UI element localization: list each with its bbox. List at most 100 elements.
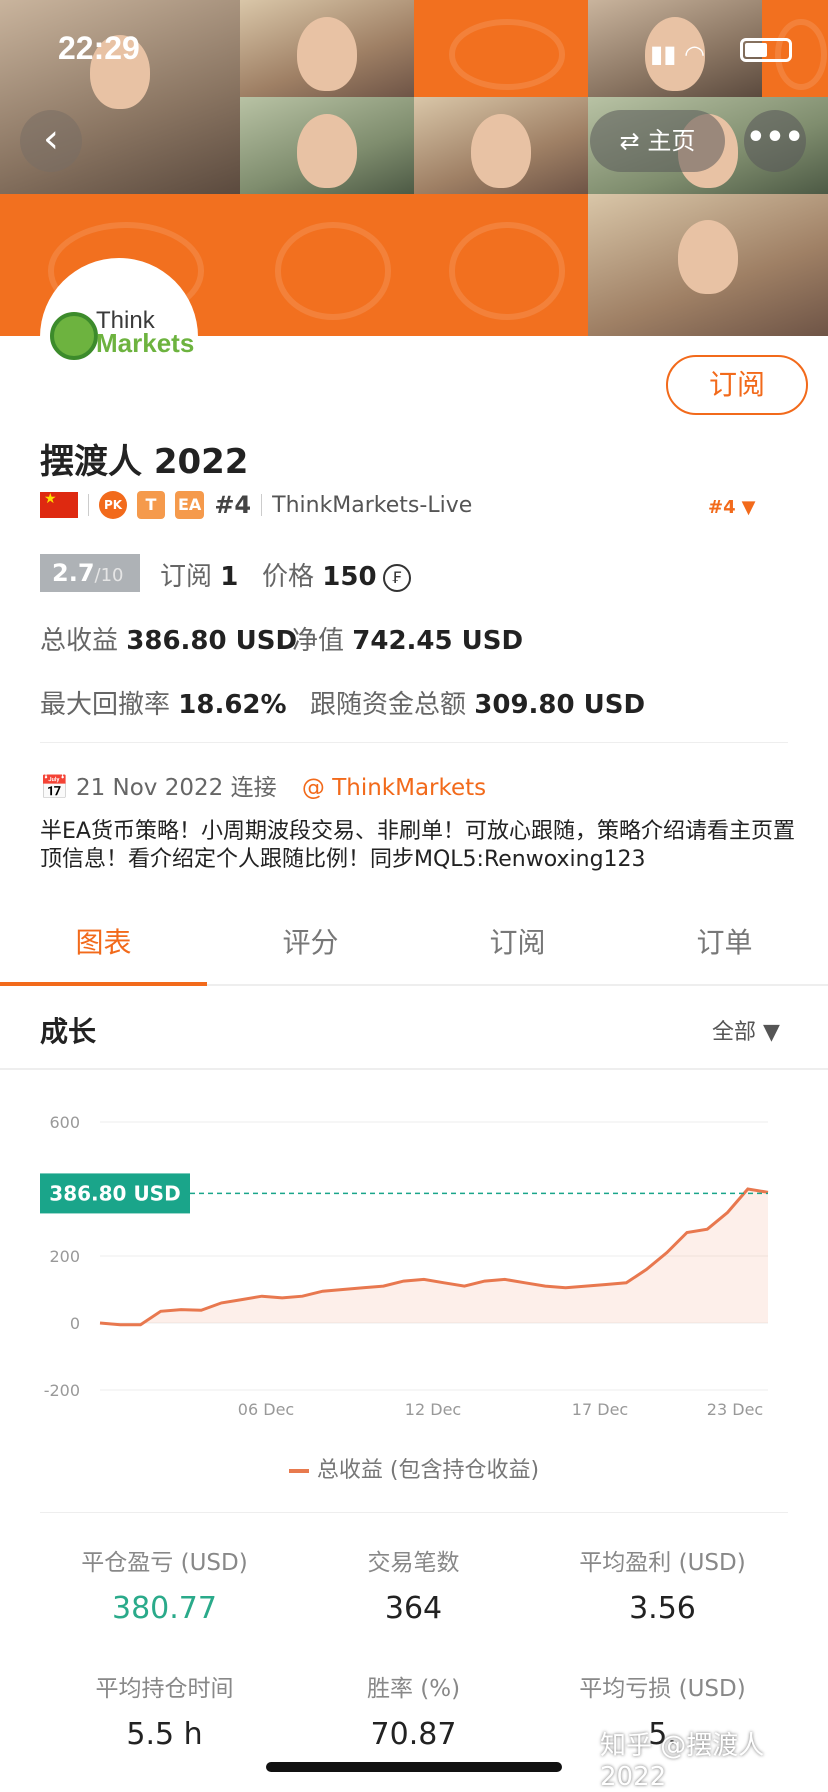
banner-pattern	[414, 194, 588, 336]
stat-winrate: 胜率 (%) 70.87	[289, 1669, 538, 1752]
watermark: 知乎 @摆渡人2022	[600, 1731, 765, 1792]
tab-orders[interactable]: 订单	[621, 900, 828, 986]
connection-info: 📅 21 Nov 2022 连接 @ ThinkMarkets	[40, 768, 486, 802]
calendar-icon: 📅	[40, 775, 69, 801]
divider	[40, 742, 788, 743]
price: 价格 150 ₣	[262, 556, 411, 593]
strategy-name: 摆渡人 2022	[40, 442, 249, 482]
score-max: /10	[94, 565, 124, 586]
divider	[261, 494, 263, 516]
legend-label: 总收益 (包含持仓收益)	[316, 1458, 540, 1483]
chart-svg: 600 200 0 -200 06 Dec 12 Dec 17 Dec 23 Dec 386.8…	[40, 1113, 769, 1419]
t-badge: T	[137, 491, 165, 519]
score-value: 2.7	[52, 559, 95, 587]
caret-down-icon: ▼	[741, 497, 756, 518]
subscribe-button[interactable]: 订阅	[666, 355, 808, 415]
x-tick-label: 06 Dec	[238, 1400, 294, 1419]
y-tick-label: -200	[44, 1381, 80, 1400]
x-tick-label: 12 Dec	[405, 1400, 461, 1419]
follow-label: 跟随资金总额	[310, 690, 467, 720]
stat-label: 平仓盈亏 (USD)	[81, 1550, 248, 1576]
price-value: 150	[322, 562, 377, 592]
tab-chart[interactable]: 图表	[0, 900, 207, 986]
y-tick-label: 200	[49, 1247, 80, 1266]
dd-value: 18.62%	[178, 690, 287, 720]
equity: 净值 742.45 USD	[292, 620, 523, 657]
max-drawdown: 最大回撤率 18.62%	[40, 684, 287, 721]
total-profit: 总收益 386.80 USD	[40, 620, 297, 657]
broker-logo: Think Markets	[40, 258, 198, 416]
stats-grid: 平仓盈亏 (USD) 380.77 交易笔数 364 平均盈利 (USD) 3.56 …	[40, 1512, 788, 1752]
server-name: ThinkMarkets-Live	[272, 492, 473, 518]
x-tick-label: 23 Dec	[707, 1400, 763, 1419]
strategy-description: 半EA货币策略！小周期波段交易、非刷单！可放心跟随，策略介绍请看主页置顶信息！看…	[40, 819, 795, 872]
subs-label: 订阅	[160, 562, 213, 592]
stat-value: 70.87	[370, 1717, 457, 1752]
section-title: 成长	[40, 1015, 97, 1048]
tab-bar: 图表 评分 订阅 订单	[0, 900, 828, 986]
chart-legend: 总收益 (包含持仓收益)	[0, 1452, 828, 1484]
stat-label: 平均亏损 (USD)	[579, 1676, 746, 1702]
stat-value: 364	[384, 1591, 443, 1626]
banner-photo	[588, 194, 828, 336]
stat-avg-profit: 平均盈利 (USD) 3.56	[538, 1543, 787, 1626]
legend-swatch	[288, 1469, 309, 1473]
broker-link[interactable]: @ ThinkMarkets	[302, 775, 486, 801]
equity-value: 742.45 USD	[352, 626, 524, 656]
logo-text: Think Markets	[96, 309, 195, 358]
stat-label: 平均盈利 (USD)	[579, 1550, 746, 1576]
subscribers: 订阅 1	[160, 556, 238, 593]
tab-subscription[interactable]: 订阅	[414, 900, 621, 986]
status-bar: 22:29 ▮▮ ◠	[0, 0, 828, 100]
banner-photo	[240, 97, 414, 194]
subs-value: 1	[220, 562, 239, 592]
series-area	[100, 1189, 768, 1325]
battery-icon	[740, 38, 792, 62]
profit-label: 总收益	[40, 626, 119, 656]
rank-value: #4	[708, 497, 736, 518]
more-button[interactable]: •••	[744, 110, 806, 172]
stat-label: 胜率 (%)	[366, 1676, 461, 1702]
rank-badge: #4	[214, 491, 252, 519]
stat-value: 380.77	[112, 1591, 217, 1626]
price-label: 价格	[262, 562, 315, 592]
stat-value: 3.56	[629, 1591, 696, 1626]
profit-value: 386.80 USD	[126, 626, 298, 656]
growth-header: 成长 全部 ▼	[0, 988, 828, 1070]
home-indicator[interactable]	[266, 1762, 562, 1772]
current-value-label: 386.80 USD	[49, 1181, 180, 1205]
stat-value: 5.5 h	[126, 1717, 203, 1752]
range-filter[interactable]: 全部 ▼	[712, 1014, 780, 1046]
signal-icon: ▮▮ ◠	[650, 40, 705, 68]
banner-pattern	[240, 194, 414, 336]
swap-icon: ⇄	[619, 127, 640, 155]
home-button[interactable]: ⇄ 主页	[590, 110, 725, 172]
ea-badge: EA	[175, 491, 205, 519]
home-label: 主页	[647, 127, 696, 155]
follow-funds: 跟随资金总额 309.80 USD	[310, 684, 645, 721]
rank-dropdown[interactable]: #4 ▼	[702, 486, 755, 521]
tab-rating[interactable]: 评分	[207, 900, 414, 986]
y-tick-label: 0	[70, 1314, 80, 1333]
dd-label: 最大回撤率	[40, 690, 171, 720]
back-button[interactable]: ‹	[20, 110, 82, 172]
equity-label: 净值	[292, 626, 345, 656]
stat-trades: 交易笔数 364	[289, 1543, 538, 1626]
banner-photo	[414, 97, 588, 194]
lightbulb-icon	[50, 312, 98, 360]
china-flag-icon	[40, 491, 78, 518]
growth-chart: 600 200 0 -200 06 Dec 12 Dec 17 Dec 23 Dec 386.8…	[0, 1070, 828, 1490]
status-time: 22:29	[58, 30, 140, 66]
coin-icon: ₣	[382, 563, 411, 592]
stat-closed-pnl: 平仓盈亏 (USD) 380.77	[40, 1543, 289, 1626]
y-tick-label: 600	[49, 1113, 80, 1132]
stat-avg-hold: 平均持仓时间 5.5 h	[40, 1669, 289, 1752]
stat-label: 交易笔数	[367, 1550, 460, 1576]
stat-label: 平均持仓时间	[95, 1676, 234, 1702]
badge-row: PK T EA #4 ThinkMarkets-Live	[40, 488, 472, 522]
follow-value: 309.80 USD	[474, 690, 646, 720]
divider	[88, 494, 89, 516]
x-tick-label: 17 Dec	[572, 1400, 628, 1419]
pk-icon: PK	[99, 491, 127, 519]
logo-markets: Markets	[96, 328, 195, 358]
